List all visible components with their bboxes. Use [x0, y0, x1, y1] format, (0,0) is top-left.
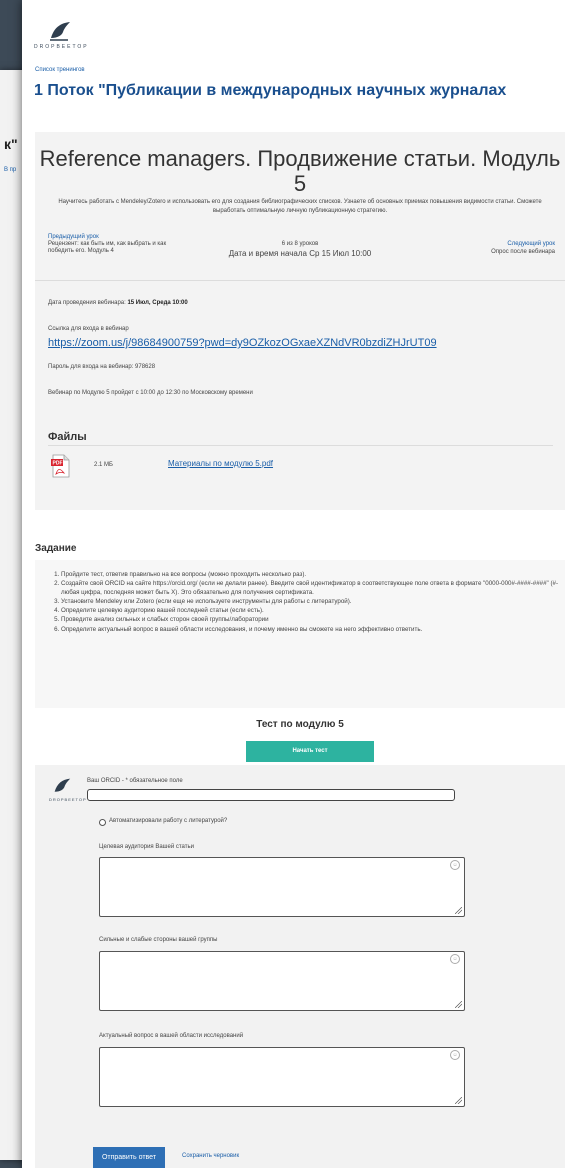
webinar-date: Дата проведения вебинара: 15 Июл, Среда …: [48, 300, 188, 306]
divider: [48, 445, 553, 446]
webinar-date-value: 15 Июл, Среда 10:00: [127, 300, 188, 306]
task-item: Создайте свой ORCID на сайте https://orc…: [61, 579, 561, 597]
audience-textarea[interactable]: ☺: [99, 857, 465, 917]
webinar-password: Пароль для входа на вебинар: 978628: [48, 364, 156, 370]
question-textarea[interactable]: ☺: [99, 1047, 465, 1107]
webinar-schedule: Вебинар по Модулю 5 пройдет с 10:00 до 1…: [48, 390, 253, 396]
next-lesson-label: Следующий урок: [507, 241, 555, 247]
lesson-count: 6 из 8 уроков: [281, 241, 319, 247]
avatar: DROPBEETOP: [49, 777, 86, 805]
start-test-button[interactable]: Начать тест: [246, 741, 374, 762]
file-size: 2.1 MБ: [94, 462, 113, 468]
module-title: Reference managers. Продвижение статьи. …: [39, 146, 561, 196]
prev-lesson-label: Предыдущий урок: [48, 234, 99, 240]
logo-brand-text: DROPBEETOP: [34, 44, 89, 50]
task-item: Проведите анализ сильных и слабых сторон…: [61, 615, 561, 624]
module-description: Научитесь работать с Mendeley/Zotero и и…: [58, 199, 542, 214]
bird-logo-icon: [54, 778, 71, 792]
task-item: Определите актуальный вопрос в вашей обл…: [61, 625, 561, 634]
strengths-textarea[interactable]: ☺: [99, 951, 465, 1011]
bird-logo-icon: [50, 22, 70, 41]
automation-checkbox-label: Автоматизировали работу с литературой?: [109, 818, 228, 824]
emoji-icon[interactable]: ☺: [450, 1050, 460, 1060]
resize-handle-icon[interactable]: [455, 1097, 462, 1104]
pdf-file-icon[interactable]: PDF: [51, 454, 71, 478]
course-title: 1 Поток "Публикации в международных науч…: [34, 82, 507, 99]
module-panel: Reference managers. Продвижение статьи. …: [35, 132, 565, 510]
breadcrumb[interactable]: Список тренингов: [35, 67, 85, 73]
background-window-link[interactable]: В пр: [4, 167, 16, 173]
emoji-icon[interactable]: ☺: [450, 860, 460, 870]
test-panel: Тест по модулю 5 Начать тест: [35, 708, 565, 765]
lesson-start-date: Дата и время начала Ср 15 Июл 10:00: [228, 249, 372, 258]
webinar-date-label: Дата проведения вебинара:: [48, 300, 126, 306]
submit-answer-button[interactable]: Отправить ответ: [93, 1147, 165, 1168]
task-panel: Пройдите тест, ответив правильно на все …: [35, 560, 565, 708]
prev-lesson-link[interactable]: Предыдущий урок Рецензент: как быть им, …: [48, 234, 168, 255]
prev-lesson-title: Рецензент: как быть им, как выбрать и ка…: [48, 241, 167, 254]
automation-checkbox[interactable]: [99, 819, 106, 826]
orcid-label: Ваш ORCID - * обязательное поле: [87, 778, 183, 784]
save-draft-link[interactable]: Сохранить черновик: [182, 1153, 239, 1159]
next-lesson-title: Опрос после вебинара: [491, 249, 555, 255]
task-item: Пройдите тест, ответив правильно на все …: [61, 570, 561, 579]
orcid-input[interactable]: [87, 789, 455, 801]
question-label: Актуальный вопрос в вашей области исслед…: [99, 1033, 244, 1039]
emoji-icon[interactable]: ☺: [450, 954, 460, 964]
background-window-title: к": [4, 136, 18, 152]
svg-text:PDF: PDF: [53, 461, 63, 467]
answer-form: DROPBEETOP Ваш ORCID - * обязательное по…: [35, 765, 565, 1168]
logo[interactable]: DROPBEETOP: [34, 18, 94, 52]
file-download-link[interactable]: Материалы по модулю 5.pdf: [168, 459, 273, 468]
files-heading: Файлы: [48, 431, 87, 443]
lesson-progress: 6 из 8 уроков Дата и время начала Ср 15 …: [165, 241, 435, 258]
zoom-label: Ссылка для входа в вебинар: [48, 326, 129, 332]
main-window: DROPBEETOP Список тренингов 1 Поток "Пуб…: [22, 0, 575, 1168]
resize-handle-icon[interactable]: [455, 1001, 462, 1008]
avatar-brand-text: DROPBEETOP: [49, 797, 87, 802]
zoom-link[interactable]: https://zoom.us/j/98684900759?pwd=dy9OZk…: [48, 337, 437, 349]
task-item: Определите целевую аудиторию вашей после…: [61, 606, 561, 615]
strengths-label: Сильные и слабые стороны вашей группы: [99, 937, 218, 943]
test-title: Тест по модулю 5: [256, 719, 344, 730]
task-heading: Задание: [35, 543, 77, 554]
task-item: Установите Mendeley или Zotero (если еще…: [61, 597, 561, 606]
divider: [35, 280, 565, 281]
audience-label: Целевая аудитория Вашей статьи: [99, 844, 194, 850]
resize-handle-icon[interactable]: [455, 907, 462, 914]
next-lesson-link[interactable]: Следующий урок Опрос после вебинара: [445, 240, 555, 256]
task-list: Пройдите тест, ответив правильно на все …: [49, 570, 561, 634]
